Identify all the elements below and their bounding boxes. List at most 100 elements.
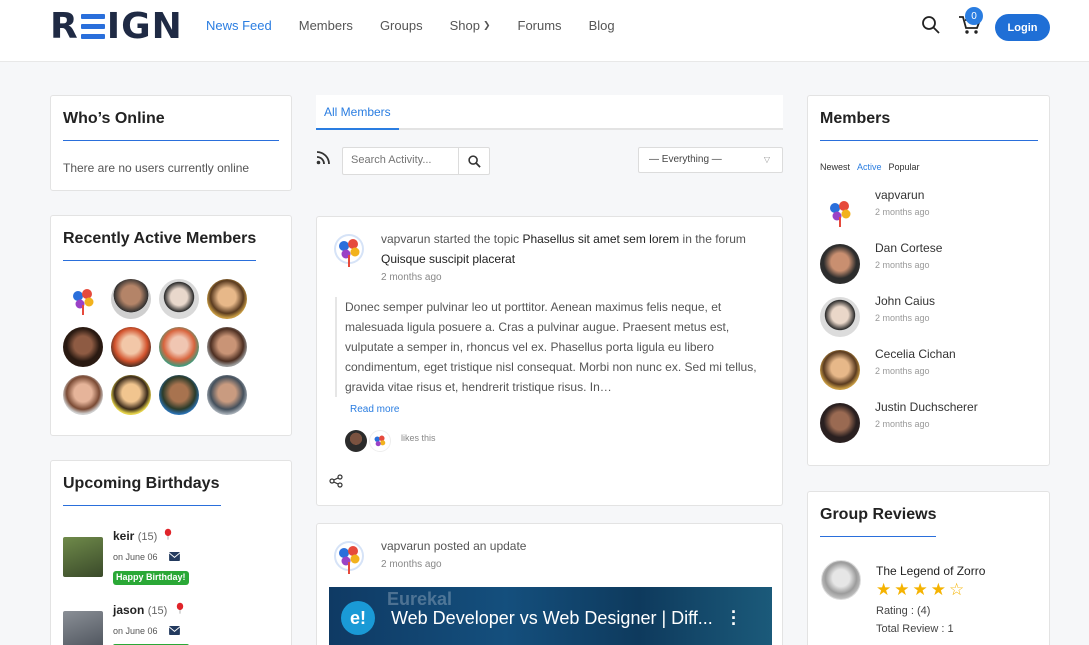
main-nav: News Feed Members Groups Shop ❯ Forums Bl… (206, 18, 642, 33)
birthday-name[interactable]: keir (15) (113, 529, 157, 543)
share-icon[interactable] (329, 474, 343, 488)
total-review-label: Total Review : 1 (876, 623, 954, 635)
message-icon[interactable] (169, 626, 180, 635)
group-name[interactable]: The Legend of Zorro (876, 564, 985, 578)
widget-title: Group Reviews (820, 506, 937, 523)
member-last-active: 2 months ago (875, 419, 930, 429)
channel-logo[interactable]: e! (341, 601, 375, 635)
member-avatar[interactable] (63, 375, 103, 415)
topic-link[interactable]: Phasellus sit amet sem lorem (522, 232, 679, 246)
birthdays-widget: Upcoming Birthdays keir (15) on June 06 … (50, 460, 292, 645)
activity-item: vapvarun posted an update 2 months ago E… (316, 523, 783, 645)
site-logo[interactable]: R IGN (50, 6, 183, 47)
activity-item: vapvarun started the topic Phasellus sit… (316, 216, 783, 506)
cart-count-badge: 0 (965, 7, 983, 25)
member-avatar[interactable] (207, 327, 247, 367)
forum-link[interactable]: Quisque suscipit placerat (381, 252, 515, 266)
filter-value: — Everything — (649, 154, 722, 165)
activity-search (342, 147, 490, 175)
read-more-link[interactable]: Read more (350, 404, 399, 415)
more-options-icon[interactable]: · · · (731, 603, 737, 633)
widget-title: Upcoming Birthdays (63, 475, 220, 492)
avatar[interactable] (345, 430, 367, 452)
member-avatar[interactable] (820, 244, 860, 284)
member-avatar[interactable] (111, 327, 151, 367)
activity-header: vapvarun posted an update (381, 536, 761, 556)
birthday-name[interactable]: jason (15) (113, 603, 167, 617)
rss-icon[interactable] (316, 151, 330, 165)
tab-newest[interactable]: Newest (820, 162, 850, 172)
activity-time: 2 months ago (381, 272, 442, 283)
activity-filter-select[interactable]: — Everything — ▽ (638, 147, 783, 173)
star-filled-icon: ★ (876, 580, 892, 599)
login-button[interactable]: Login (995, 14, 1050, 41)
activity-header: vapvarun started the topic Phasellus sit… (381, 229, 761, 269)
whos-online-widget: Who’s Online There are no users currentl… (50, 95, 292, 191)
nav-news-feed[interactable]: News Feed (206, 18, 272, 33)
vapvarun-logo-icon (334, 234, 364, 267)
avatar[interactable] (63, 537, 103, 577)
title-underline (63, 505, 221, 506)
happy-birthday-badge: Happy Birthday! (113, 571, 189, 585)
rating-stars: ★ ★ ★ ★ ☆ (876, 581, 967, 599)
nav-blog[interactable]: Blog (589, 18, 615, 33)
member-name[interactable]: Justin Duchscherer (875, 400, 978, 414)
chevron-down-icon: ❯ (482, 20, 491, 30)
member-avatar[interactable] (820, 403, 860, 443)
tab-active[interactable]: Active (857, 162, 882, 172)
member-name[interactable]: John Caius (875, 294, 935, 308)
search-input[interactable] (351, 154, 459, 166)
member-avatar[interactable] (111, 375, 151, 415)
user-link[interactable]: vapvarun (381, 232, 430, 246)
birthday-date: on June 06 (113, 626, 158, 636)
activity-tabs: All Members (316, 95, 783, 130)
tab-popular[interactable]: Popular (889, 162, 920, 172)
video-channel-name: Eurekal (387, 589, 453, 609)
nav-shop[interactable]: Shop ❯ (450, 18, 491, 33)
member-avatar[interactable] (820, 350, 860, 390)
member-avatar[interactable] (159, 279, 199, 319)
nav-members[interactable]: Members (299, 18, 353, 33)
member-avatar[interactable] (820, 191, 860, 231)
video-title[interactable]: Web Developer vs Web Designer | Diff... (391, 608, 713, 629)
tab-all-members[interactable]: All Members (316, 95, 399, 130)
star-filled-icon: ★ (930, 580, 946, 599)
video-embed[interactable]: Eurekal e! Web Developer vs Web Designer… (329, 587, 772, 645)
group-avatar[interactable] (821, 560, 861, 600)
site-header: R IGN News Feed Members Groups Shop ❯ Foru… (0, 0, 1089, 62)
member-avatar[interactable] (207, 375, 247, 415)
member-name[interactable]: vapvarun (875, 188, 924, 202)
nav-forums[interactable]: Forums (518, 18, 562, 33)
member-avatar[interactable] (159, 375, 199, 415)
title-underline (820, 140, 1038, 141)
member-avatar[interactable] (63, 327, 103, 367)
member-avatar[interactable] (207, 279, 247, 319)
member-avatar[interactable] (111, 279, 151, 319)
likes-text: likes this (401, 433, 436, 443)
avatar[interactable] (369, 430, 391, 452)
user-link[interactable]: vapvarun (381, 539, 430, 553)
member-name[interactable]: Dan Cortese (875, 241, 942, 255)
member-avatar[interactable] (820, 297, 860, 337)
message-icon[interactable] (169, 552, 180, 561)
search-icon[interactable] (921, 15, 941, 35)
avatar[interactable] (331, 231, 367, 271)
rating-label: Rating : (4) (876, 605, 931, 617)
nav-groups[interactable]: Groups (380, 18, 423, 33)
birthday-date: on June 06 (113, 552, 158, 562)
member-name[interactable]: Cecelia Cichan (875, 347, 956, 361)
member-avatar[interactable] (63, 279, 103, 319)
recently-active-widget: Recently Active Members (50, 215, 292, 436)
title-underline (63, 140, 279, 141)
member-last-active: 2 months ago (875, 313, 930, 323)
vapvarun-logo-icon (73, 289, 94, 315)
widget-title: Who’s Online (63, 110, 165, 127)
member-avatar[interactable] (159, 327, 199, 367)
avatar[interactable] (331, 538, 367, 578)
star-empty-icon: ☆ (949, 580, 965, 599)
group-reviews-widget: Group Reviews The Legend of Zorro ★ ★ ★ ★ ☆ … (807, 491, 1050, 645)
no-users-text: There are no users currently online (63, 161, 250, 175)
action-text: posted an update (433, 539, 527, 553)
avatar[interactable] (63, 611, 103, 645)
search-button[interactable] (458, 148, 489, 174)
